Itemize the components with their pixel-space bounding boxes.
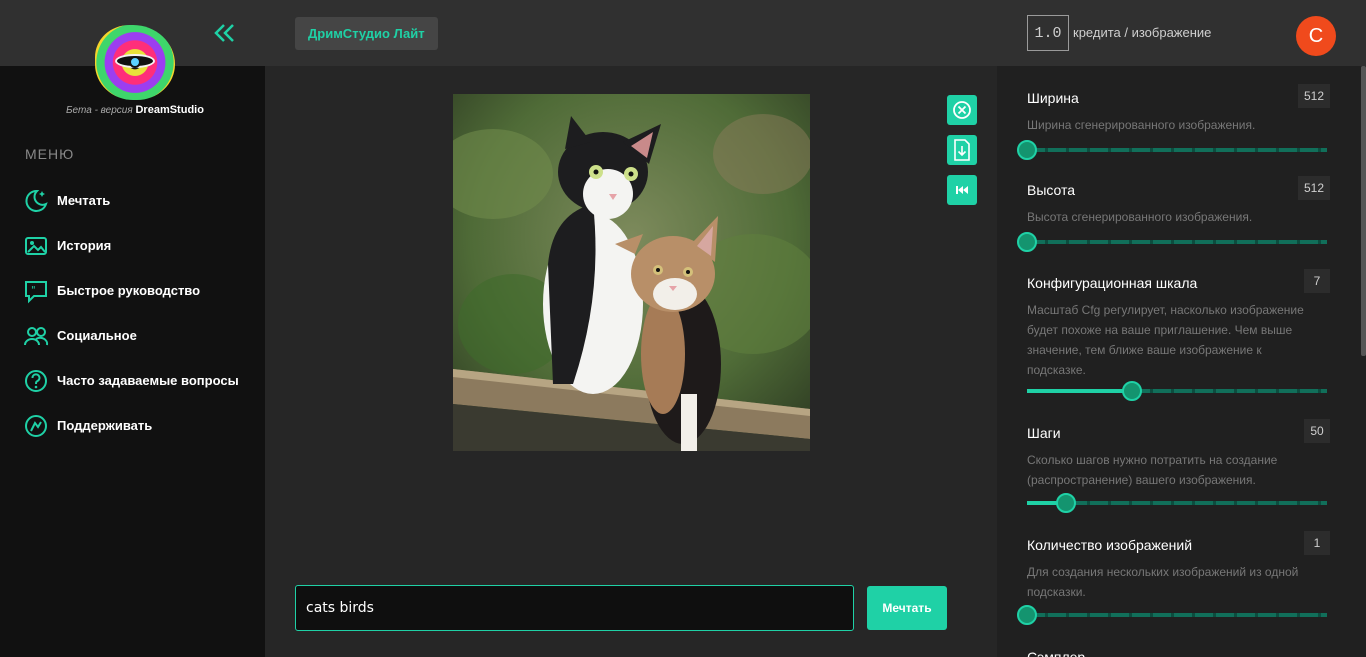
image-count-slider[interactable] [1017,605,1327,625]
sidebar-item-support[interactable]: Поддерживать [22,403,239,448]
credits-label: кредита / изображение [1073,25,1212,40]
users-icon [22,322,50,350]
sidebar-item-social[interactable]: Социальное [22,313,239,358]
download-icon [954,139,970,161]
remove-image-button[interactable] [947,95,977,125]
main-canvas: Мечтать [265,66,997,657]
setting-value[interactable]: 7 [1304,269,1330,293]
gallery-icon [22,232,50,260]
sidebar: Бета - версия DreamStudio МЕНЮ Мечтать И… [0,0,265,657]
setting-value[interactable]: 512 [1297,84,1330,108]
slider-thumb[interactable] [1017,232,1037,252]
slider-fill [1027,389,1132,393]
height-slider[interactable] [1017,232,1327,252]
sidebar-item-label: Поддерживать [57,418,153,433]
question-icon [22,367,50,395]
setting-value[interactable]: 1 [1304,531,1330,555]
avatar[interactable]: C [1296,16,1336,56]
prompt-input[interactable] [295,585,854,631]
logo-caption: Бета - версия DreamStudio [60,104,210,116]
setting-description: Сколько шагов нужно потратить на создани… [1027,453,1278,487]
setting-height: Высота 512 Высота сгенерированного изобр… [1017,176,1330,252]
sidebar-item-label: Социальное [57,328,137,343]
setting-description: Для создания нескольких изображений из о… [1027,565,1299,599]
settings-panel: Ширина 512 Ширина сгенерированного изобр… [997,66,1366,657]
app-name-badge[interactable]: ДримСтудио Лайт [295,17,438,50]
sidebar-item-quick-guide[interactable]: " Быстрое руководство [22,268,239,313]
setting-title: Количество изображений [1027,537,1193,553]
logo-caption-brand: DreamStudio [135,104,204,116]
setting-title: Конфигурационная шкала [1027,275,1198,291]
sidebar-item-history[interactable]: История [22,223,239,268]
setting-description: Масштаб Cfg регулирует, насколько изобра… [1027,303,1304,377]
setting-value[interactable]: 512 [1297,176,1330,200]
slider-thumb[interactable] [1017,605,1037,625]
logo-caption-prefix: Бета - версия [66,105,133,116]
logo-pupil [129,56,141,68]
setting-steps: Шаги 50 Сколько шагов нужно потратить на… [1027,419,1330,513]
sidebar-item-label: Быстрое руководство [57,283,201,298]
setting-title: Сэмплер [1027,649,1086,657]
double-chevron-left-icon [214,24,234,42]
collapse-sidebar-button[interactable] [212,20,238,46]
setting-width: Ширина 512 Ширина сгенерированного изобр… [1017,84,1330,160]
moon-sparkle-icon [22,187,50,215]
sidebar-item-faq[interactable]: Часто задаваемые вопросы [22,358,239,403]
setting-title: Высота [1027,182,1076,198]
cats-image [453,94,810,451]
setting-description: Высота сгенерированного изображения. [1027,210,1253,224]
dream-button[interactable]: Мечтать [867,586,947,630]
sidebar-item-label: Мечтать [57,193,111,208]
rewind-button[interactable] [947,175,977,205]
setting-sampler: Сэмплер [1027,649,1330,657]
menu-title: МЕНЮ [25,146,75,162]
setting-title: Ширина [1027,90,1079,106]
setting-value[interactable]: 50 [1304,419,1330,443]
cfg-scale-slider[interactable] [1027,381,1327,401]
width-slider[interactable] [1017,140,1327,160]
sidebar-item-label: История [57,238,112,253]
slider-thumb[interactable] [1017,140,1037,160]
settings-scrollbar[interactable] [1361,66,1366,356]
download-image-button[interactable] [947,135,977,165]
generated-image[interactable] [453,94,810,451]
credits-value: 1.0 [1027,15,1069,51]
steps-slider[interactable] [1027,493,1327,513]
support-icon [22,412,50,440]
sidebar-menu: Мечтать История " Быстрое руководство Со… [22,178,239,448]
sidebar-item-dream[interactable]: Мечтать [22,178,239,223]
setting-image-count: Количество изображений 1 Для создания не… [1017,531,1330,625]
svg-text:": " [31,285,36,296]
setting-cfg-scale: Конфигурационная шкала 7 Масштаб Cfg рег… [1027,269,1330,401]
rewind-icon [956,186,968,194]
slider-thumb[interactable] [1122,381,1142,401]
image-actions [947,95,977,215]
sidebar-item-label: Часто задаваемые вопросы [57,373,239,388]
close-circle-icon [953,101,971,119]
setting-title: Шаги [1027,425,1061,441]
logo: Бета - версия DreamStudio [60,20,210,120]
slider-thumb[interactable] [1056,493,1076,513]
quote-bubble-icon: " [22,277,50,305]
setting-description: Ширина сгенерированного изображения. [1027,118,1256,132]
top-header: ДримСтудио Лайт 1.0 кредита / изображени… [265,0,1366,66]
